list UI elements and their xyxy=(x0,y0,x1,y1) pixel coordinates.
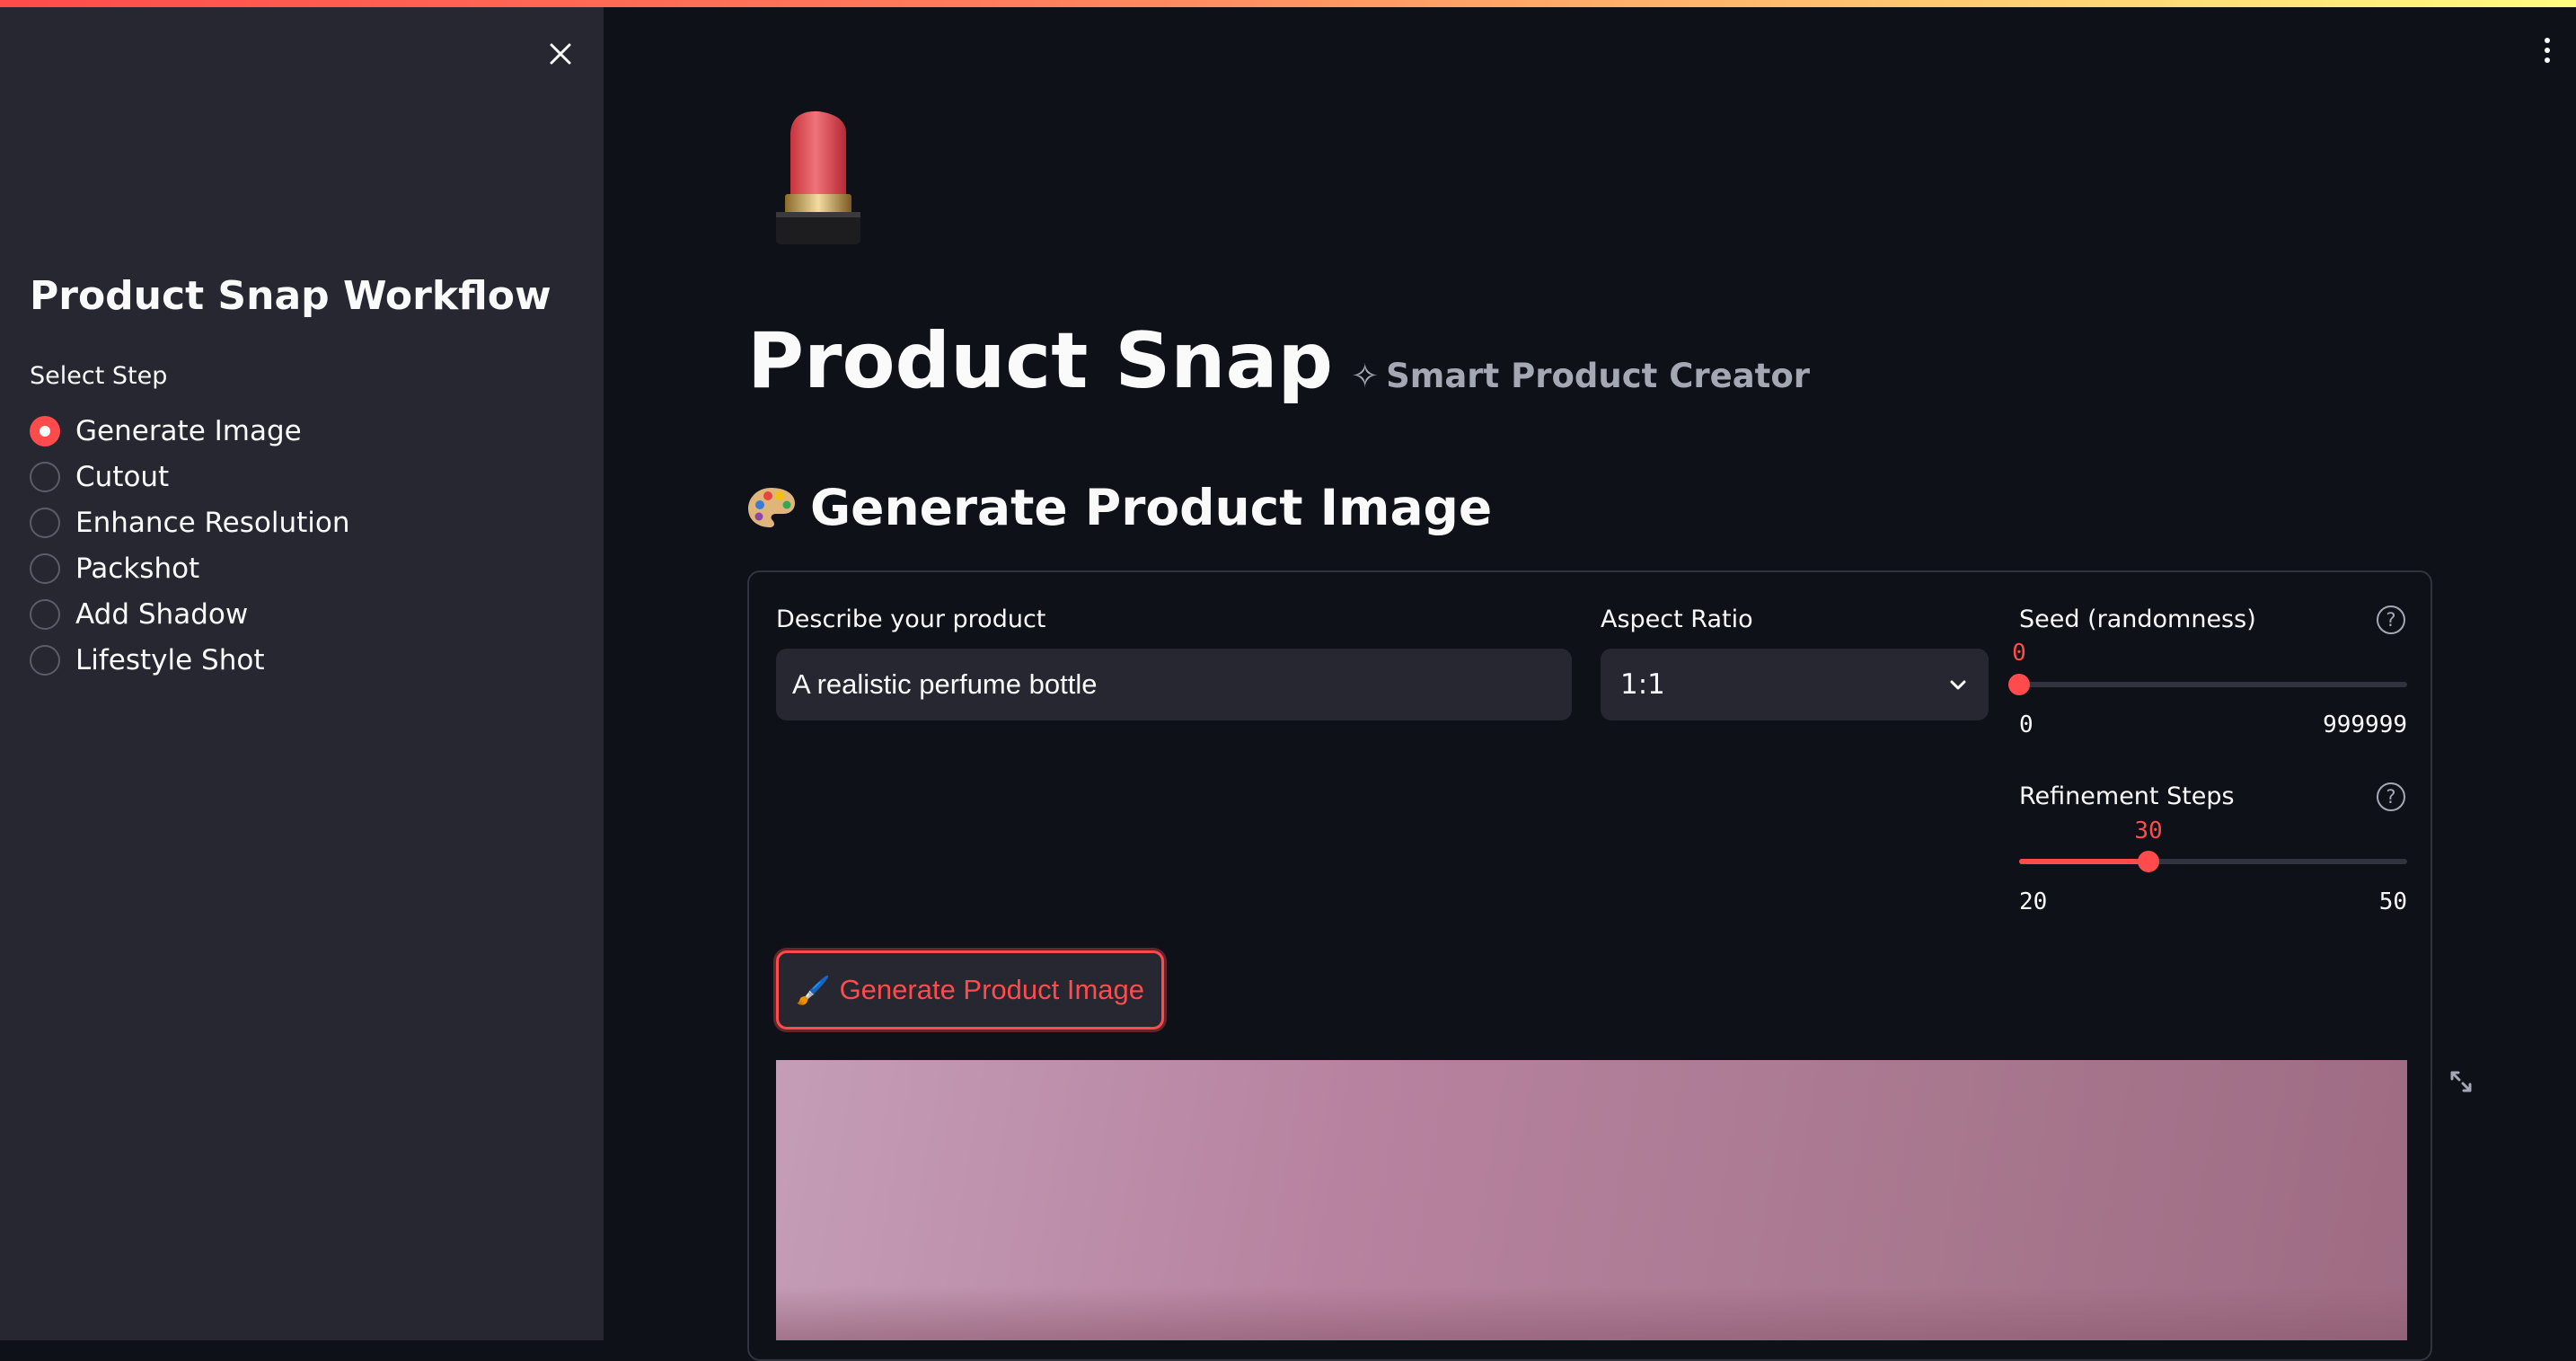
refinement-slider-thumb[interactable] xyxy=(2138,851,2159,872)
seed-slider-thumb[interactable] xyxy=(2008,674,2030,695)
step-option-label: Lifestyle Shot xyxy=(75,643,265,676)
close-sidebar-button[interactable] xyxy=(541,34,580,74)
step-option-packshot[interactable]: Packshot xyxy=(30,545,349,591)
top-decoration-bar xyxy=(0,0,2576,7)
close-icon xyxy=(550,43,571,65)
aspect-ratio-label: Aspect Ratio xyxy=(1601,605,1753,633)
kebab-dot xyxy=(2545,38,2550,43)
step-option-add-shadow[interactable]: Add Shadow xyxy=(30,591,349,637)
refinement-steps-label: Refinement Steps xyxy=(2019,782,2235,810)
step-option-label: Add Shadow xyxy=(75,597,249,631)
main-menu-button[interactable] xyxy=(2531,32,2563,68)
sparkle-icon: ✧ xyxy=(1351,357,1380,395)
refinement-slider-fill xyxy=(2019,859,2148,864)
page-title-row: Product Snap ✧ Smart Product Creator xyxy=(747,316,1810,406)
expand-icon xyxy=(2450,1071,2472,1092)
radio-unchecked-icon[interactable] xyxy=(30,507,60,538)
refinement-max: 50 xyxy=(2378,888,2407,915)
refinement-help-icon[interactable]: ? xyxy=(2377,782,2405,811)
section-title: Generate Product Image xyxy=(745,479,1492,536)
step-option-label: Packshot xyxy=(75,552,200,585)
sidebar: Product Snap Workflow Select Step Genera… xyxy=(0,0,604,1340)
seed-max: 999999 xyxy=(2323,711,2407,738)
radio-unchecked-icon[interactable] xyxy=(30,461,60,492)
refinement-current-value: 30 xyxy=(2134,817,2163,844)
seed-help-icon[interactable]: ? xyxy=(2377,605,2405,634)
section-title-text: Generate Product Image xyxy=(810,479,1493,536)
aspect-ratio-select[interactable]: 1:1 xyxy=(1601,649,1989,720)
radio-checked-icon[interactable] xyxy=(30,415,60,446)
refinement-steps-slider[interactable] xyxy=(2019,851,2407,872)
step-option-generate-image[interactable]: Generate Image xyxy=(30,408,349,454)
refinement-min: 20 xyxy=(2019,888,2048,915)
page-title: Product Snap xyxy=(747,316,1334,406)
seed-slider[interactable] xyxy=(2008,674,2407,695)
generate-product-image-button[interactable]: 🖌️ Generate Product Image xyxy=(776,950,1164,1030)
radio-unchecked-icon[interactable] xyxy=(30,552,60,584)
seed-min: 0 xyxy=(2019,711,2033,738)
kebab-dot xyxy=(2545,57,2550,63)
fullscreen-button[interactable] xyxy=(2432,1053,2490,1110)
chevron-down-icon xyxy=(1950,680,1966,690)
seed-label: Seed (randomness) xyxy=(2019,605,2256,633)
radio-unchecked-icon[interactable] xyxy=(30,644,60,676)
step-option-label: Enhance Resolution xyxy=(75,506,350,539)
sidebar-title: Product Snap Workflow xyxy=(30,273,551,319)
radio-unchecked-icon[interactable] xyxy=(30,598,60,630)
generate-button-label: Generate Product Image xyxy=(839,974,1145,1005)
seed-current-value: 0 xyxy=(2012,640,2026,667)
step-option-label: Generate Image xyxy=(75,414,302,447)
kebab-dot xyxy=(2545,48,2550,53)
subtitle-text: Smart Product Creator xyxy=(1386,357,1811,395)
palette-icon xyxy=(748,488,795,527)
step-option-enhance-resolution[interactable]: Enhance Resolution xyxy=(30,499,349,545)
step-option-label: Cutout xyxy=(75,460,170,493)
lipstick-icon xyxy=(776,110,860,244)
select-step-label: Select Step xyxy=(30,362,168,390)
describe-label: Describe your product xyxy=(776,605,1046,633)
paintbrush-icon: 🖌️ xyxy=(795,974,831,1006)
step-option-cutout[interactable]: Cutout xyxy=(30,454,349,499)
step-option-lifestyle-shot[interactable]: Lifestyle Shot xyxy=(30,637,349,683)
page-subtitle: ✧ Smart Product Creator xyxy=(1351,357,1810,395)
aspect-ratio-value: 1:1 xyxy=(1620,668,1665,701)
step-radio-group: Generate Image Cutout Enhance Resolution… xyxy=(30,408,349,683)
describe-product-input[interactable] xyxy=(776,649,1572,720)
generated-product-image xyxy=(776,1060,2407,1340)
